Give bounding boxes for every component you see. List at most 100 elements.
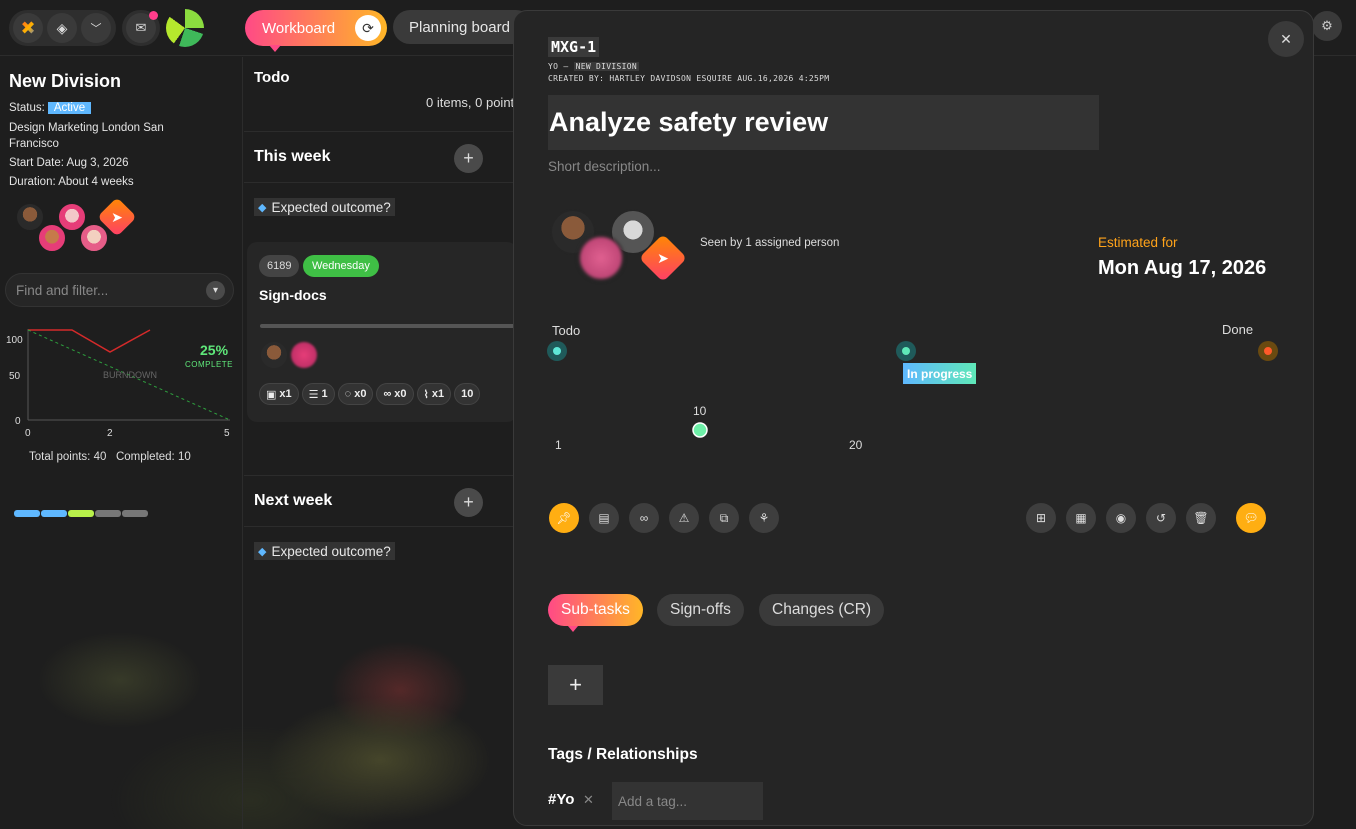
eye-icon: ◉ [1115, 511, 1127, 525]
phase-progress-bars [14, 510, 148, 517]
link-button[interactable]: ∞ [629, 503, 659, 533]
schedule-button[interactable]: ▦ [1066, 503, 1096, 533]
chip-points[interactable]: 10 [454, 383, 481, 405]
delete-button[interactable]: 🗑︎ [1186, 503, 1216, 533]
invite-button[interactable]: ➤ [97, 197, 137, 237]
close-button[interactable]: ✕ [1268, 21, 1304, 57]
section-title: This week [254, 148, 331, 165]
estimated-date[interactable]: Mon Aug 17, 2026 [1098, 257, 1266, 280]
breadcrumb-prefix: YO — [548, 62, 569, 71]
relations-icon: ⧉ [719, 510, 729, 525]
mail-button[interactable]: ✉ [126, 11, 158, 43]
remove-tag-icon[interactable]: ✕ [583, 792, 594, 808]
calendar-icon: ▣ [266, 388, 277, 401]
chevron-down-icon: ﹀ [90, 23, 102, 35]
avatar[interactable] [578, 235, 624, 281]
phase-bar[interactable] [68, 510, 94, 517]
status-row: Status: Active [9, 100, 209, 116]
tab-planning-board[interactable]: Planning board [393, 10, 533, 44]
pin-button[interactable]: 📌︎ [549, 503, 579, 533]
section-next-week: Next week + [244, 475, 514, 527]
task-card[interactable]: 6189 Wednesday Sign-docs ▣ x1 ☰ 1 ◌ x0 ∞ x0 … [247, 242, 520, 422]
burndown-x-tick: 2 [107, 428, 113, 439]
trash-icon: 🗑︎ [1193, 511, 1209, 525]
avatar[interactable] [261, 342, 287, 368]
task-title-field[interactable]: Analyze safety review [548, 95, 1099, 150]
expected-outcome[interactable]: ◆ Expected outcome? [254, 542, 395, 560]
phase-bar[interactable] [41, 510, 67, 517]
add-tag-input[interactable] [612, 782, 763, 820]
phase-bar[interactable] [122, 510, 148, 517]
chip-comments[interactable]: ◌ x0 [337, 383, 374, 405]
burndown-x-tick: 0 [25, 428, 31, 439]
complete-percent: 25% [200, 342, 229, 358]
chip-calendar[interactable]: ▣ x1 [259, 383, 299, 405]
seen-by: Seen by 1 assigned person [700, 237, 840, 249]
add-task-button[interactable]: + [454, 488, 483, 517]
sync-icon[interactable]: ⟳ [355, 15, 381, 41]
copy-doc-button[interactable]: ▤ [589, 503, 619, 533]
task-meta-chips: ▣ x1 ☰ 1 ◌ x0 ∞ x0 ⌇ x1 10 [259, 383, 481, 405]
chat-button[interactable]: 💬︎ [1236, 503, 1266, 533]
add-task-button[interactable]: + [454, 144, 483, 173]
tab-sign-offs[interactable]: Sign-offs [657, 594, 744, 626]
division-sidebar: New Division Status: Active Design Market… [0, 57, 243, 829]
chip-value: 1 [321, 388, 328, 400]
layers-button[interactable]: ◈ [47, 13, 77, 43]
expected-outcome[interactable]: ◆ Expected outcome? [254, 198, 395, 216]
status-node-todo-dot [553, 347, 561, 355]
relations-button[interactable]: ⧉ [709, 503, 739, 533]
expand-button[interactable]: ﹀ [81, 13, 111, 43]
duplicate-button[interactable]: ⊞ [1026, 503, 1056, 533]
tab-workboard[interactable]: Workboard ⟳ [245, 10, 387, 52]
phase-bar[interactable] [95, 510, 121, 517]
task-day-badge: Wednesday [303, 255, 379, 277]
phase-bar[interactable] [14, 510, 40, 517]
diamond-icon: ◆ [258, 545, 267, 558]
tag-chip[interactable]: #Yo [548, 791, 574, 808]
division-description: Design Marketing London San Francisco [9, 122, 164, 150]
chip-value: x0 [354, 388, 367, 400]
history-icon: ↺ [1155, 511, 1167, 525]
mail-icon: ✉ [135, 20, 147, 35]
chip-links[interactable]: ∞ x0 [376, 383, 414, 405]
start-date: Start Date: Aug 3, 2026 [9, 157, 129, 169]
assignees: ➤ [548, 207, 688, 287]
chevron-down-icon[interactable]: ▾ [206, 281, 225, 300]
duration: Duration: About 4 weeks [9, 176, 134, 188]
history-button[interactable]: ↺ [1146, 503, 1176, 533]
short-description-field[interactable]: Short description... [548, 159, 661, 174]
created-by: CREATED BY: HARTLEY DAVIDSON ESQUIRE AUG… [548, 74, 830, 83]
breadcrumb-division[interactable]: NEW DIVISION [573, 62, 639, 71]
close-icon: ✕ [1280, 30, 1292, 47]
tab-sub-tasks[interactable]: Sub-tasks [548, 594, 643, 632]
tab-changes[interactable]: Changes (CR) [759, 594, 885, 626]
duplicate-icon: ⊞ [1035, 511, 1047, 525]
expected-outcome-label: Expected outcome? [271, 199, 391, 215]
app-logo-icon: ✖ [20, 17, 36, 38]
status-end-label: Done [1222, 322, 1254, 337]
avatar[interactable] [291, 342, 317, 368]
settings-button[interactable]: ⚙ [1312, 11, 1342, 41]
task-code: MXG-1 [548, 37, 600, 57]
avatar[interactable] [37, 223, 67, 253]
diamond-icon: ◆ [258, 201, 267, 214]
link-icon: ∞ [639, 511, 649, 525]
watch-button[interactable]: ◉ [1106, 503, 1136, 533]
find-filter-input[interactable]: Find and filter... ▾ [5, 273, 234, 307]
tab-planning-label: Planning board [409, 18, 510, 36]
layers-icon: ◈ [56, 19, 68, 36]
app-logo-button[interactable]: ✖ [13, 13, 43, 43]
breadcrumb: YO — NEW DIVISION [548, 62, 639, 71]
send-icon: ➤ [657, 250, 669, 266]
chip-value: x0 [394, 388, 407, 400]
warning-button[interactable]: ⚠ [669, 503, 699, 533]
points-slider[interactable] [552, 421, 867, 441]
add-subtask-button[interactable]: + [548, 665, 603, 705]
assign-button[interactable]: ➤ [638, 233, 688, 283]
workflow-button[interactable]: ⚘ [749, 503, 779, 533]
chip-attachments[interactable]: ⌇ x1 [416, 383, 452, 405]
chip-checklist[interactable]: ☰ 1 [301, 383, 335, 405]
status-track[interactable] [544, 339, 1284, 363]
mail-group: ✉ [122, 10, 160, 46]
